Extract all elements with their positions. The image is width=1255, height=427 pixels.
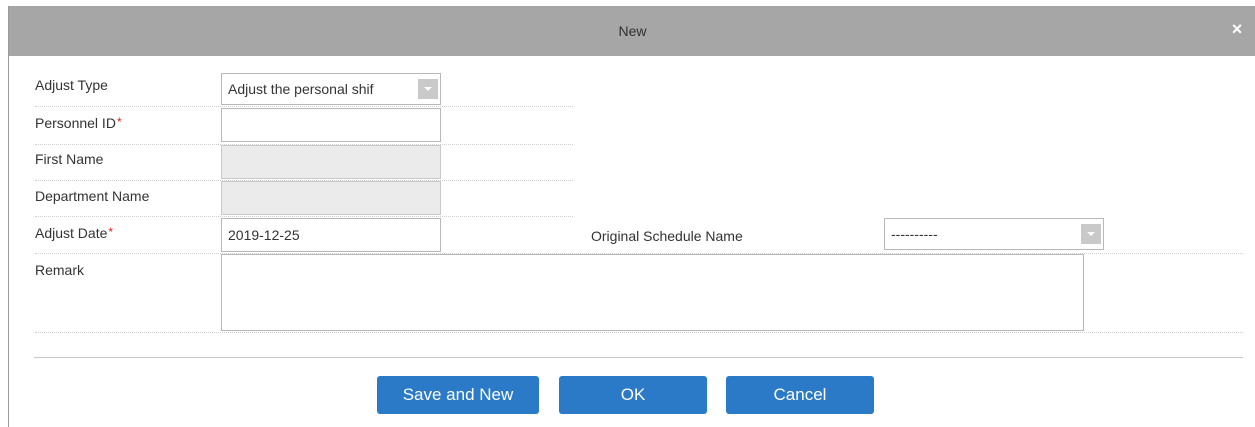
- adjust-type-value: Adjust the personal shif: [228, 81, 374, 97]
- adjust-date-label: Adjust Date*: [35, 225, 114, 241]
- save-and-new-button[interactable]: Save and New: [377, 376, 539, 414]
- chevron-down-icon: [424, 87, 432, 91]
- dropdown-button[interactable]: [418, 79, 438, 99]
- original-schedule-name-label: Original Schedule Name: [591, 228, 743, 244]
- adjust-type-select[interactable]: Adjust the personal shif: [221, 73, 441, 105]
- original-schedule-name-value: ----------: [891, 226, 938, 242]
- remark-textarea[interactable]: [221, 254, 1084, 331]
- original-schedule-name-select[interactable]: ----------: [884, 218, 1104, 250]
- chevron-down-icon: [1087, 232, 1095, 236]
- footer-separator: [34, 357, 1243, 358]
- dialog-title-bar[interactable]: New ×: [9, 6, 1255, 56]
- remark-label: Remark: [35, 262, 85, 278]
- row-divider: [35, 216, 573, 217]
- close-icon[interactable]: ×: [1228, 20, 1246, 38]
- required-marker: *: [116, 115, 122, 129]
- adjust-type-label: Adjust Type: [35, 77, 108, 93]
- first-name-label: First Name: [35, 151, 104, 167]
- dialog-title: New: [618, 23, 647, 39]
- department-name-label: Department Name: [35, 188, 150, 204]
- cancel-button[interactable]: Cancel: [726, 376, 874, 414]
- personnel-id-label: Personnel ID*: [35, 115, 122, 131]
- department-name-field: [221, 181, 441, 215]
- personnel-id-input[interactable]: [221, 108, 441, 142]
- required-marker: *: [108, 225, 114, 239]
- new-dialog: New × Adjust Type Adjust the personal sh…: [8, 6, 1255, 427]
- first-name-field: [221, 145, 441, 179]
- dropdown-button[interactable]: [1081, 224, 1101, 244]
- ok-button[interactable]: OK: [559, 376, 707, 414]
- row-divider: [35, 106, 573, 107]
- row-divider: [35, 332, 1243, 333]
- adjust-date-input[interactable]: 2019-12-25: [221, 218, 441, 252]
